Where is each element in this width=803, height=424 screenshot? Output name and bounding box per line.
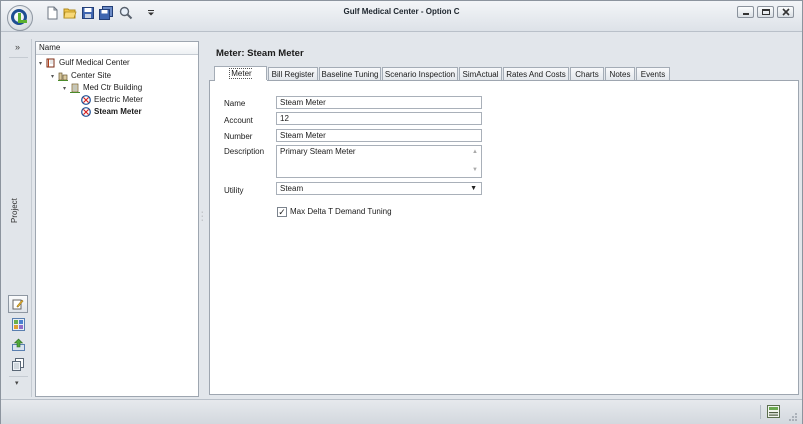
utility-selected-value: Steam bbox=[280, 184, 304, 193]
max-delta-t-label[interactable]: Max Delta T Demand Tuning bbox=[290, 207, 392, 216]
site-icon bbox=[58, 72, 68, 81]
book-icon bbox=[46, 58, 55, 68]
tab-label: Notes bbox=[609, 70, 631, 79]
tree-node-electric-meter[interactable]: Electric Meter bbox=[81, 94, 143, 106]
collapse-icon[interactable]: ▾ bbox=[51, 71, 58, 83]
window-title: Gulf Medical Center - Option C bbox=[343, 7, 460, 16]
project-sidebar-strip: » Project ▾ bbox=[6, 39, 32, 397]
tree-node-label: Electric Meter bbox=[94, 95, 143, 104]
minimize-icon bbox=[743, 13, 749, 15]
meter-icon bbox=[81, 106, 91, 117]
tree-node-label: Med Ctr Building bbox=[83, 83, 143, 92]
expand-panel-button[interactable]: » bbox=[15, 42, 20, 52]
tab-label: Baseline Tuning bbox=[321, 70, 379, 79]
tab-charts[interactable]: Charts bbox=[570, 67, 604, 80]
resize-grip-icon[interactable] bbox=[788, 412, 798, 422]
close-button[interactable] bbox=[777, 6, 794, 18]
tab-notes[interactable]: Notes bbox=[605, 67, 635, 80]
app-window: Gulf Medical Center - Option C » Project bbox=[0, 0, 803, 424]
page-title: Meter: Steam Meter bbox=[216, 48, 304, 59]
tab-baseline-tuning[interactable]: Baseline Tuning bbox=[319, 67, 381, 80]
tree-node-label: Gulf Medical Center bbox=[59, 58, 130, 67]
maximize-icon bbox=[762, 9, 770, 15]
number-label: Number bbox=[224, 132, 253, 141]
tree-column-header[interactable]: Name bbox=[36, 42, 198, 55]
utility-dropdown[interactable]: Steam ▼ bbox=[276, 182, 482, 195]
maximize-button[interactable] bbox=[757, 6, 774, 18]
account-label: Account bbox=[224, 116, 253, 125]
name-field[interactable]: Steam Meter bbox=[276, 96, 482, 109]
tab-scenario-inspection[interactable]: Scenario Inspection bbox=[382, 67, 458, 80]
tab-label: Bill Register bbox=[271, 70, 315, 79]
panel-splitter[interactable]: · · · bbox=[201, 209, 205, 224]
divider bbox=[760, 405, 761, 419]
active-tab-join bbox=[215, 80, 267, 81]
tab-label: Charts bbox=[575, 70, 599, 79]
scroll-up-icon[interactable]: ▲ bbox=[472, 147, 478, 158]
description-text: Primary Steam Meter bbox=[280, 147, 356, 156]
description-field[interactable]: Primary Steam Meter ▲ ▼ bbox=[276, 145, 482, 178]
meter-details-panel bbox=[209, 80, 799, 395]
tab-meter-details[interactable]: Meter Details bbox=[214, 66, 267, 92]
project-tab[interactable]: Project bbox=[10, 189, 26, 229]
tab-label: Rates And Costs bbox=[506, 70, 566, 79]
collapse-icon[interactable]: ▾ bbox=[63, 83, 70, 95]
title-bar: Gulf Medical Center - Option C bbox=[1, 1, 802, 32]
utility-label: Utility bbox=[224, 186, 244, 195]
tree-node-gulf-medical-center[interactable]: ▾ Gulf Medical Center bbox=[39, 57, 130, 69]
account-field[interactable]: 12 bbox=[276, 112, 482, 125]
close-icon bbox=[782, 8, 790, 16]
tree-node-center-site[interactable]: ▾ Center Site bbox=[51, 70, 111, 82]
number-field[interactable]: Steam Meter bbox=[276, 129, 482, 142]
project-tree: Name ▾ Gulf Medical Center ▾ Center Site ▾… bbox=[35, 41, 199, 397]
tab-rates-and-costs[interactable]: Rates And Costs bbox=[503, 67, 569, 80]
tree-node-steam-meter[interactable]: Steam Meter bbox=[81, 106, 142, 118]
tree-node-label: Center Site bbox=[71, 71, 112, 80]
description-label: Description bbox=[224, 147, 265, 156]
tab-events[interactable]: Events bbox=[636, 67, 670, 80]
chevron-down-icon[interactable]: ▼ bbox=[470, 183, 477, 194]
scroll-down-icon[interactable]: ▼ bbox=[472, 165, 478, 176]
max-delta-t-checkbox[interactable]: ✓ bbox=[277, 207, 287, 217]
tab-bill-register[interactable]: Bill Register bbox=[268, 67, 318, 80]
tree-node-med-ctr-building[interactable]: ▾ Med Ctr Building bbox=[63, 82, 142, 94]
copy-pages-icon[interactable] bbox=[12, 358, 25, 371]
project-tab-label: Project bbox=[10, 198, 19, 223]
layout-icon[interactable] bbox=[767, 405, 780, 418]
status-bar bbox=[1, 399, 802, 424]
edit-icon bbox=[12, 299, 24, 310]
upload-icon[interactable] bbox=[12, 338, 25, 351]
edit-view-button[interactable] bbox=[8, 295, 28, 313]
building-icon bbox=[70, 83, 80, 93]
divider bbox=[9, 376, 28, 377]
meter-icon bbox=[81, 94, 91, 105]
name-label: Name bbox=[224, 99, 246, 108]
tree-node-label: Steam Meter bbox=[94, 107, 142, 116]
tab-label: Events bbox=[640, 70, 666, 79]
more-options-button[interactable]: ▾ bbox=[15, 379, 19, 387]
collapse-icon[interactable]: ▾ bbox=[39, 58, 46, 70]
tab-label: SimActual bbox=[462, 70, 499, 79]
checkmark-icon: ✓ bbox=[278, 207, 286, 217]
divider bbox=[9, 57, 28, 58]
tab-label: Scenario Inspection bbox=[384, 70, 456, 79]
grid-view-icon[interactable] bbox=[12, 318, 25, 331]
minimize-button[interactable] bbox=[737, 6, 754, 18]
tab-simactual[interactable]: SimActual bbox=[459, 67, 502, 80]
